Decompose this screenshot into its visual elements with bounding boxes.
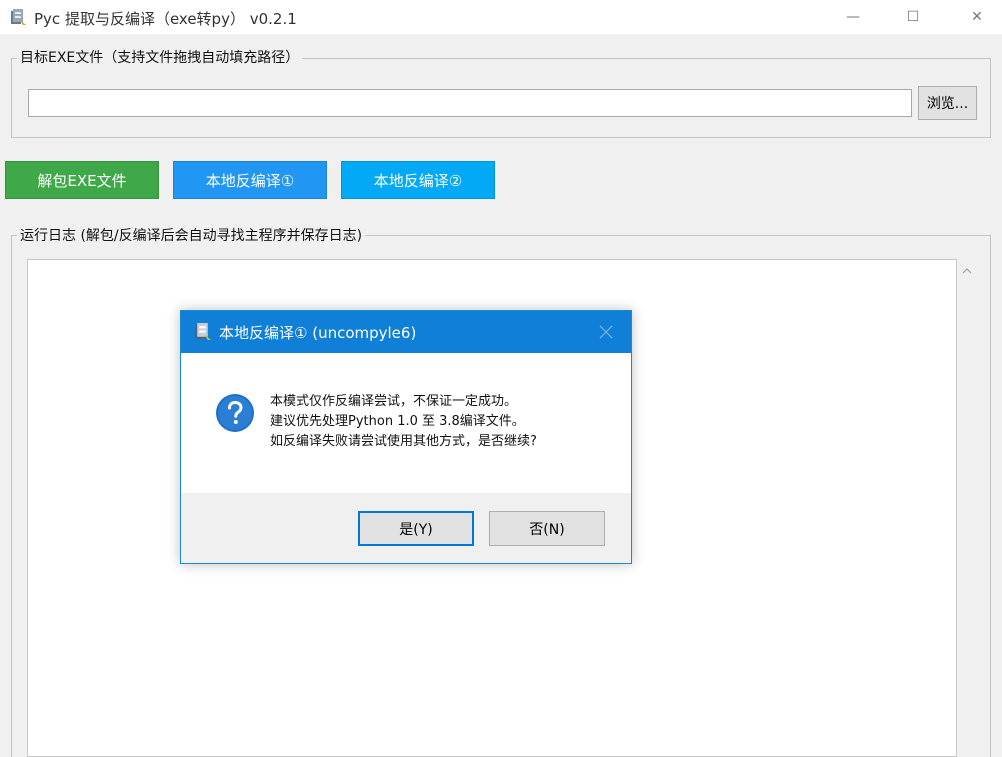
close-icon: ✕	[971, 9, 983, 25]
title-bar: Pyc 提取与反编译（exe转py） v0.2.1 — ☐ ✕	[0, 0, 1002, 34]
dialog-message-line: 本模式仅作反编译尝试，不保证一定成功。	[270, 394, 518, 409]
dialog-message: 本模式仅作反编译尝试，不保证一定成功。 建议优先处理Python 1.0 至 3…	[270, 392, 537, 452]
browse-button[interactable]: 浏览...	[918, 86, 977, 120]
log-scrollbar[interactable]	[957, 259, 977, 757]
maximize-icon: ☐	[906, 9, 920, 25]
dialog-title-bar: 本地反编译① (uncompyle6)	[181, 311, 631, 353]
question-icon	[216, 394, 254, 432]
window-title: Pyc 提取与反编译（exe转py） v0.2.1	[34, 10, 297, 28]
log-group-label: 运行日志 (解包/反编译后会自动寻找主程序并保存日志)	[17, 225, 366, 245]
yes-button[interactable]: 是(Y)	[358, 511, 474, 546]
dialog-close-button[interactable]	[597, 323, 615, 341]
maximize-button[interactable]: ☐	[890, 0, 936, 34]
close-button[interactable]: ✕	[954, 0, 1000, 34]
exe-path-input[interactable]	[28, 89, 912, 117]
app-window: Pyc 提取与反编译（exe转py） v0.2.1 — ☐ ✕ 目标EXE文件（…	[0, 0, 1002, 757]
local-decompile-2-button[interactable]: 本地反编译②	[341, 161, 495, 199]
dialog-body: 本模式仅作反编译尝试，不保证一定成功。 建议优先处理Python 1.0 至 3…	[181, 353, 631, 493]
local-decompile-1-button[interactable]: 本地反编译①	[173, 161, 327, 199]
minimize-button[interactable]: —	[830, 0, 876, 34]
confirm-dialog: 本地反编译① (uncompyle6) 本模式仅作反编译尝试，不保证一定成功。 …	[180, 310, 632, 564]
app-icon	[11, 9, 26, 25]
minimize-icon: —	[846, 9, 860, 25]
close-icon	[599, 325, 613, 339]
dialog-message-line: 建议优先处理Python 1.0 至 3.8编译文件。	[270, 414, 525, 429]
scroll-up-button[interactable]	[957, 262, 977, 280]
dialog-footer: 是(Y) 否(N)	[181, 493, 631, 563]
dialog-message-line: 如反编译失败请尝试使用其他方式，是否继续?	[270, 434, 537, 449]
app-icon	[195, 323, 211, 340]
target-exe-group-label: 目标EXE文件（支持文件拖拽自动填充路径）	[17, 47, 303, 67]
unpack-exe-button[interactable]: 解包EXE文件	[5, 161, 159, 199]
dialog-title: 本地反编译① (uncompyle6)	[219, 324, 417, 342]
chevron-up-icon	[962, 268, 972, 274]
no-button[interactable]: 否(N)	[489, 511, 605, 546]
